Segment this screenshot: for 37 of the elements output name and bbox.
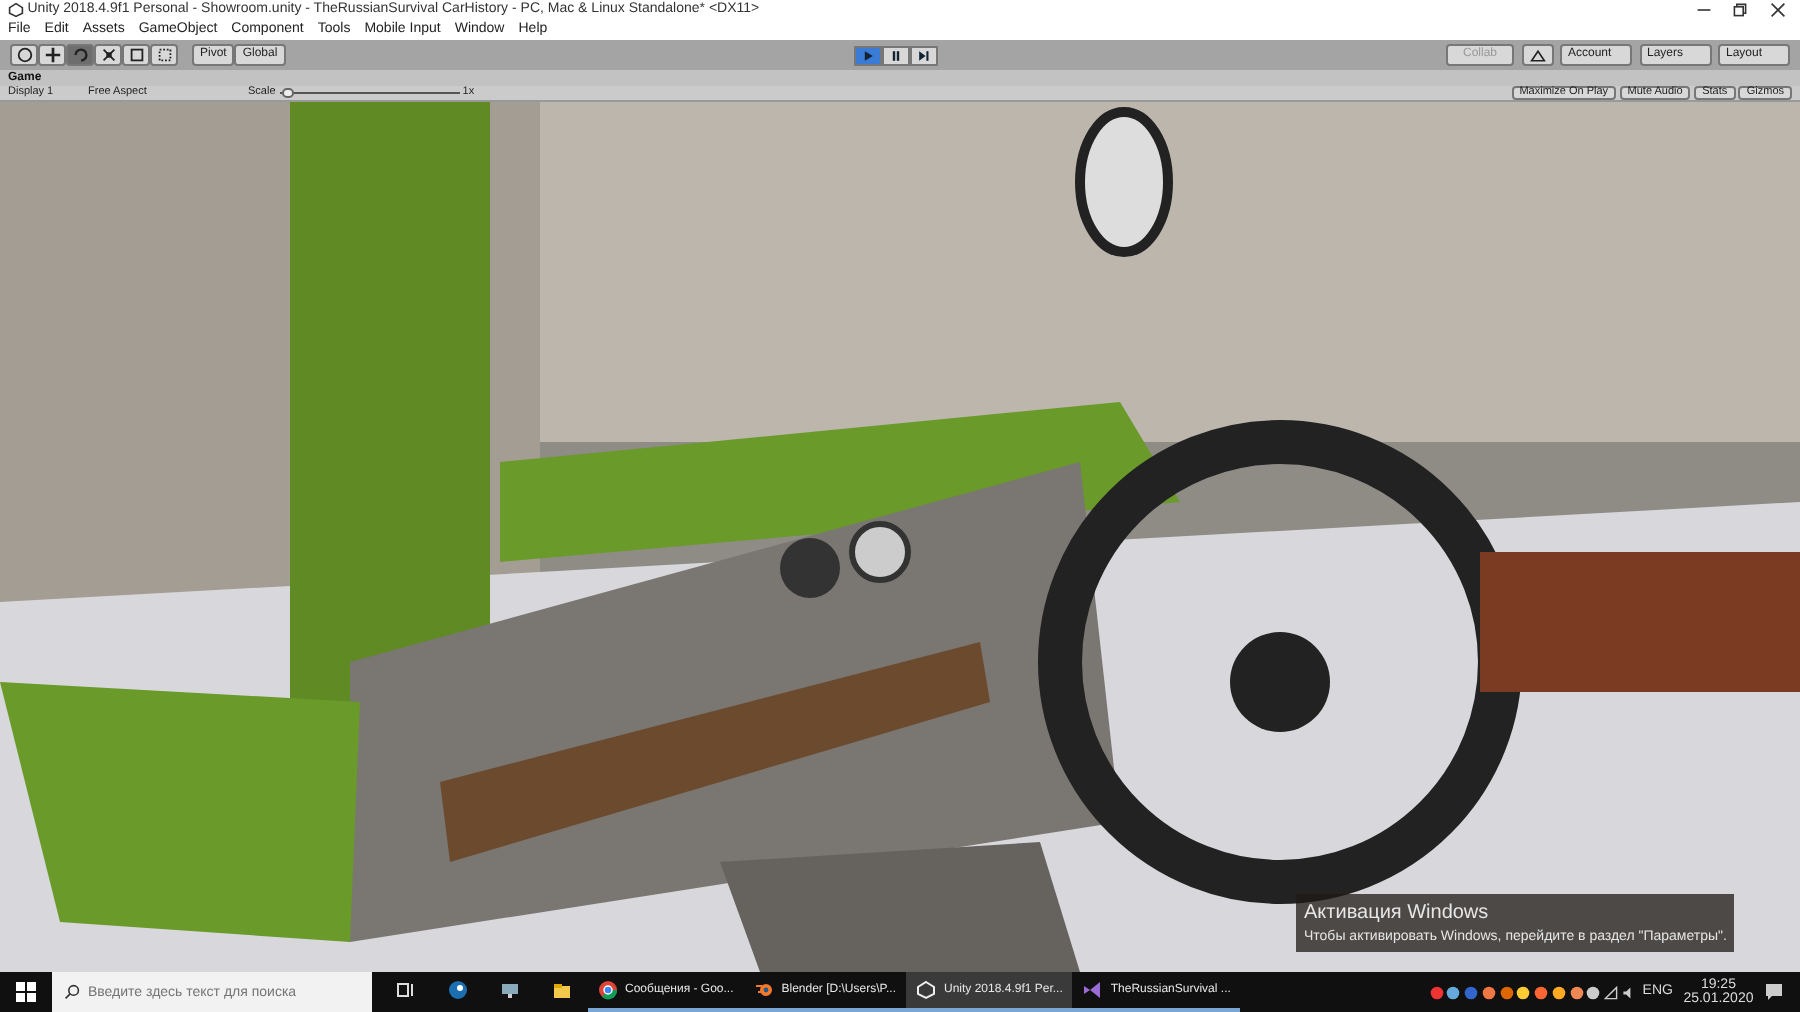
visual-studio-icon [1082, 980, 1103, 1000]
scale-tool-button[interactable] [94, 44, 122, 66]
task-view-icon [395, 980, 415, 1000]
move-tool-icon [43, 46, 61, 64]
unity-logo-icon [916, 980, 936, 1000]
rect-tool-button[interactable] [122, 44, 150, 66]
folder-icon [551, 980, 571, 1000]
restore-icon[interactable] [1732, 2, 1748, 18]
cloud-icon [1527, 47, 1547, 63]
hand-tool-button[interactable] [10, 44, 38, 66]
volume-icon[interactable] [1621, 985, 1636, 999]
pause-button[interactable] [882, 45, 910, 65]
notification-icon[interactable] [1764, 982, 1784, 1002]
activation-title: Активация Windows [1304, 899, 1491, 927]
blender-icon [753, 980, 774, 1000]
scale-slider-thumb[interactable] [282, 88, 295, 98]
play-button[interactable] [854, 45, 882, 65]
transform-tool-icon [155, 46, 173, 64]
play-icon [860, 47, 876, 63]
search-icon [64, 984, 80, 1000]
steam-app-icon [447, 980, 467, 1000]
browser-icon [597, 980, 617, 1000]
step-icon [916, 47, 932, 63]
cloud-button[interactable] [1521, 44, 1553, 66]
hand-tool-icon [15, 46, 33, 64]
rotate-tool-button[interactable] [66, 44, 94, 66]
unity-logo-icon [8, 2, 24, 18]
monitor-app-icon [499, 980, 519, 1000]
pause-icon [888, 47, 904, 63]
rotate-tool-icon [71, 46, 89, 64]
scale-tool-icon [99, 46, 117, 64]
move-tool-button[interactable] [38, 44, 66, 66]
rect-tool-icon [127, 46, 145, 64]
start-icon[interactable] [16, 982, 36, 1002]
close-icon[interactable] [1769, 2, 1785, 18]
transform-tool-button[interactable] [150, 44, 178, 66]
step-button[interactable] [910, 45, 938, 65]
